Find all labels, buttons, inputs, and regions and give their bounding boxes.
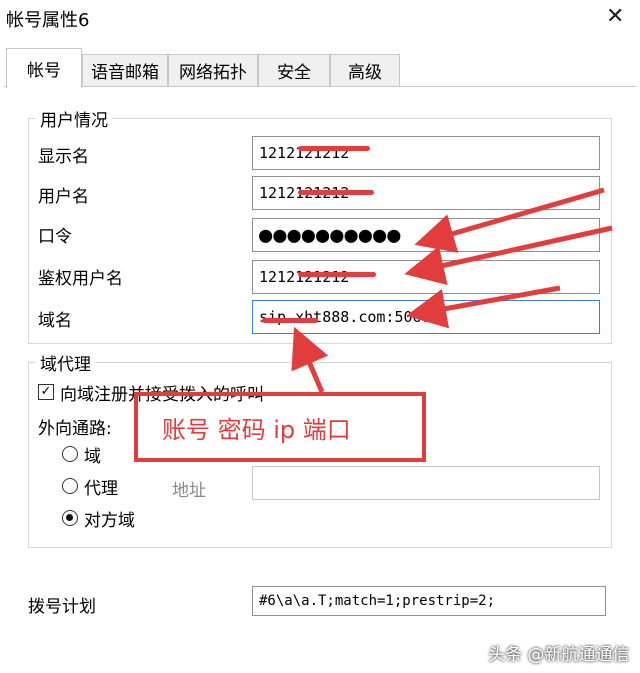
arrow-to-domain-field [291, 326, 329, 393]
annotation-arrows [291, 187, 613, 393]
arrow-domain [406, 285, 561, 329]
tab-account[interactable]: 帐号 [6, 48, 82, 88]
watermark: 头条 @新航通通信 [488, 645, 630, 665]
annotation-text: 账号 密码 ip 端口 [162, 416, 351, 444]
